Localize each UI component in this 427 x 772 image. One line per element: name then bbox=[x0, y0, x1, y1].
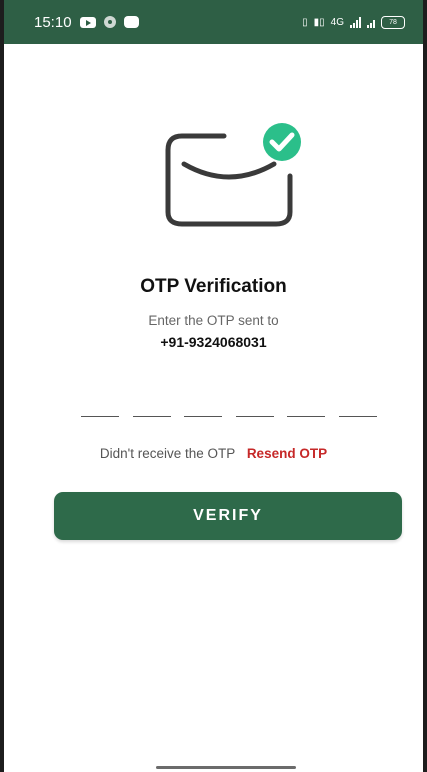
volte-icon: ▮▯ bbox=[313, 16, 325, 28]
resend-prompt: Didn't receive the OTP bbox=[99, 446, 236, 461]
phone-screen: 15:10 ▯ ▮▯ 4G 78 OTP Verification Enter … bbox=[0, 0, 427, 772]
phone-number: +91-9324068031 bbox=[160, 334, 267, 350]
status-time: 15:10 bbox=[34, 13, 72, 31]
status-bar: 15:10 ▯ ▮▯ 4G 78 bbox=[4, 0, 423, 44]
verify-button[interactable]: VERIFY bbox=[54, 492, 402, 540]
resend-row: Didn't receive the OTP Resend OTP bbox=[4, 446, 423, 461]
status-left: 15:10 bbox=[34, 14, 139, 31]
otp-digit-6[interactable] bbox=[338, 402, 377, 417]
otp-instruction: Enter the OTP sent to bbox=[148, 313, 279, 328]
resend-otp-link[interactable]: Resend OTP bbox=[247, 446, 327, 461]
otp-digit-1[interactable] bbox=[81, 402, 119, 417]
otp-input-group bbox=[81, 402, 377, 417]
message-notification-icon bbox=[123, 16, 139, 28]
signal-icon bbox=[350, 16, 361, 28]
vibrate-icon: ▯ bbox=[302, 16, 308, 28]
signal-secondary-icon bbox=[367, 17, 375, 28]
home-indicator[interactable] bbox=[156, 766, 296, 769]
otp-digit-4[interactable] bbox=[235, 402, 274, 417]
otp-digit-3[interactable] bbox=[184, 402, 223, 417]
status-right: ▯ ▮▯ 4G 78 bbox=[302, 15, 405, 29]
record-notification-icon bbox=[103, 16, 116, 28]
page-title: OTP Verification bbox=[140, 276, 287, 297]
battery-icon: 78 bbox=[381, 15, 405, 29]
network-type-label: 4G bbox=[330, 16, 344, 28]
envelope-check-icon bbox=[162, 123, 302, 234]
otp-digit-2[interactable] bbox=[132, 402, 171, 417]
video-notification-icon bbox=[79, 16, 96, 28]
otp-digit-5[interactable] bbox=[287, 402, 326, 417]
